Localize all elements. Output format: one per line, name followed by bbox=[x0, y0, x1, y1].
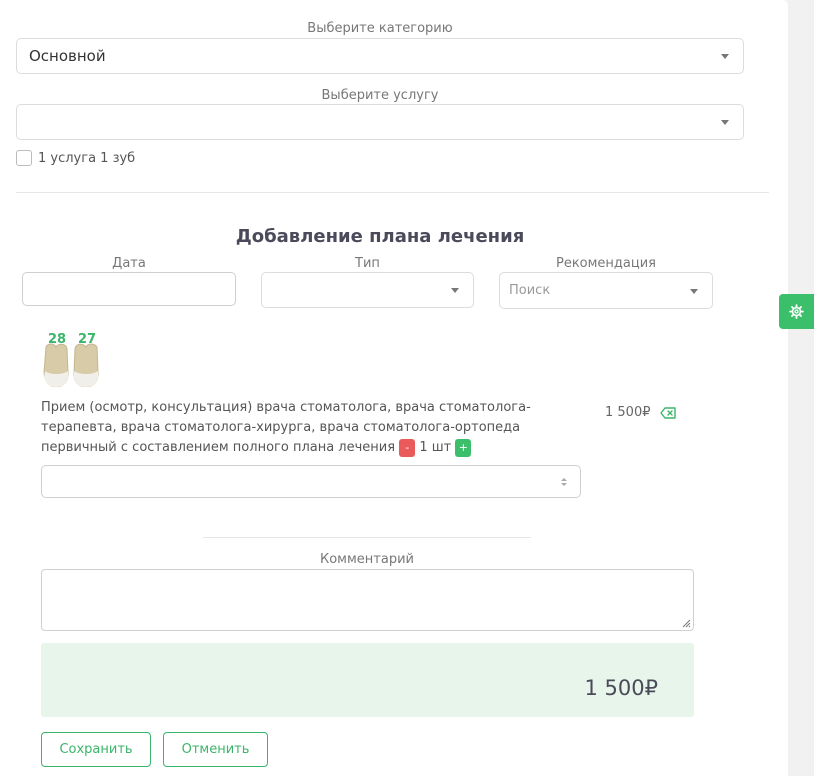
chevron-down-icon bbox=[721, 54, 729, 59]
settings-button[interactable] bbox=[779, 294, 814, 329]
total-amount: 1 500₽ bbox=[584, 676, 658, 700]
recommendation-label: Рекомендация bbox=[555, 256, 657, 271]
date-input[interactable] bbox=[22, 272, 236, 306]
tooth-number: 27 bbox=[78, 332, 97, 347]
plan-title: Добавление плана лечения bbox=[235, 226, 525, 247]
scrollbar[interactable] bbox=[788, 0, 814, 776]
comment-label: Комментарий bbox=[320, 552, 414, 567]
recommendation-placeholder: Поиск bbox=[509, 283, 551, 298]
plan-item-quantity: 1 шт bbox=[419, 440, 452, 455]
one-per-tooth-label: 1 услуга 1 зуб bbox=[38, 151, 136, 166]
type-select[interactable] bbox=[261, 272, 474, 308]
chevron-down-icon bbox=[451, 288, 459, 293]
tooth-28-icon[interactable] bbox=[42, 343, 70, 387]
decrease-quantity-button[interactable]: - bbox=[399, 438, 416, 457]
gear-icon bbox=[789, 304, 804, 319]
type-label: Тип bbox=[355, 256, 380, 271]
item-divider bbox=[203, 537, 531, 538]
recommendation-select[interactable]: Поиск bbox=[499, 272, 713, 309]
category-select[interactable]: Основной bbox=[16, 38, 744, 74]
section-divider bbox=[16, 192, 769, 193]
category-label: Выберите категорию bbox=[307, 21, 453, 36]
plan-item-price: 1 500₽ bbox=[605, 405, 651, 420]
backspace-delete-icon[interactable] bbox=[660, 407, 676, 419]
treatment-plan-panel: Выберите категорию Основной Выберите усл… bbox=[0, 0, 788, 776]
spinner-arrows-icon[interactable] bbox=[560, 476, 568, 488]
increase-quantity-button[interactable]: + bbox=[455, 438, 472, 457]
total-box: 1 500₽ bbox=[41, 643, 694, 717]
cancel-button[interactable]: Отменить bbox=[163, 732, 268, 767]
comment-textarea[interactable] bbox=[41, 569, 694, 631]
plan-item: Прием (осмотр, консультация) врача стома… bbox=[41, 398, 591, 458]
plan-item-number-input[interactable] bbox=[41, 465, 581, 498]
save-button[interactable]: Сохранить bbox=[41, 732, 151, 767]
one-per-tooth-checkbox[interactable] bbox=[16, 150, 32, 166]
tooth-number: 28 bbox=[48, 332, 67, 347]
service-select[interactable] bbox=[16, 104, 744, 140]
chevron-down-icon bbox=[721, 120, 729, 125]
tooth-27-icon[interactable] bbox=[72, 343, 100, 387]
date-label: Дата bbox=[112, 256, 146, 271]
service-label: Выберите услугу bbox=[321, 88, 439, 103]
chevron-down-icon bbox=[690, 288, 698, 294]
category-value: Основной bbox=[29, 47, 106, 65]
resize-grip-icon[interactable] bbox=[681, 618, 691, 628]
